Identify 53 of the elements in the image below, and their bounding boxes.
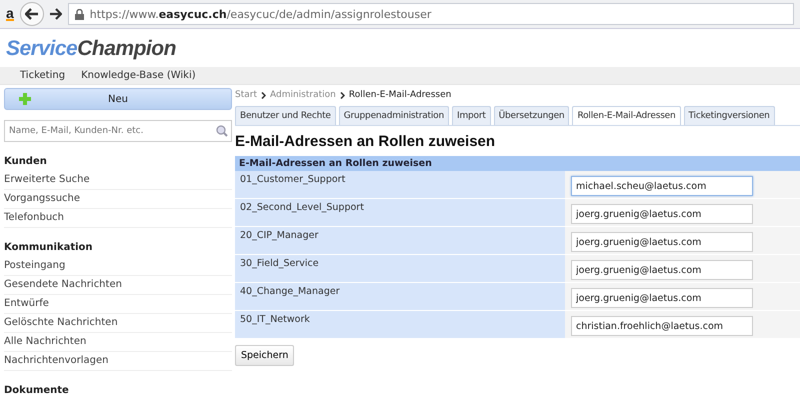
- new-button[interactable]: Neu: [4, 88, 232, 110]
- sidebar-item[interactable]: Erweiterte Suche: [4, 171, 232, 190]
- nav-link[interactable]: Knowledge-Base (Wiki): [81, 70, 196, 81]
- chevron-icon: [261, 92, 266, 98]
- plus-icon: [19, 93, 31, 105]
- section-heading: Kommunikation: [4, 241, 94, 255]
- logo-text: ServiceChampion: [5, 36, 177, 62]
- page-heading: E-Mail-Adressen an Rollen zuweisen: [235, 133, 496, 150]
- arrow-right-icon: [50, 8, 62, 20]
- sidebar-item[interactable]: Telefonbuch: [4, 209, 232, 228]
- extension-button[interactable]: a: [6, 7, 14, 21]
- role-cell: 50_IT_Network: [235, 311, 565, 338]
- role-cell: 30_Field_Service: [235, 255, 565, 282]
- role-cell: 01_Customer_Support: [235, 171, 565, 198]
- breadcrumb-link[interactable]: Start: [235, 90, 257, 100]
- sidebar-item[interactable]: Gelöschte Nachrichten: [4, 314, 232, 333]
- email-field[interactable]: joerg.gruenig@laetus.com: [571, 260, 753, 280]
- forward-button[interactable]: [50, 8, 62, 20]
- email-field[interactable]: christian.froehlich@laetus.com: [571, 316, 753, 336]
- arrow-left-icon: [24, 8, 39, 20]
- role-cell: 40_Change_Manager: [235, 283, 565, 310]
- nav-link[interactable]: Ticketing: [20, 70, 66, 81]
- address-bar[interactable]: https://www.easycuc.ch/easycuc/de/admin/assignrolestouser: [68, 3, 794, 25]
- table-caption: E-Mail-Adressen an Rollen zuweisen: [235, 156, 800, 171]
- sidebar-item[interactable]: Nachrichtenvorlagen: [4, 352, 232, 371]
- url-text: https://www.easycuc.ch/easycuc/de/admin/assignrolestouser: [90, 8, 432, 20]
- tab[interactable]: Benutzer und Rechte: [235, 106, 336, 125]
- email-field[interactable]: joerg.gruenig@laetus.com: [571, 204, 753, 224]
- sidebar-item[interactable]: Alle Nachrichten: [4, 333, 232, 352]
- back-button[interactable]: [20, 2, 44, 26]
- tab[interactable]: Rollen-E-Mail-Adressen: [572, 106, 681, 125]
- sidebar-item[interactable]: Vorgangssuche: [4, 190, 232, 209]
- email-field[interactable]: joerg.gruenig@laetus.com: [571, 232, 753, 252]
- section-heading: Kunden: [4, 155, 48, 169]
- section-heading: Dokumente: [4, 384, 70, 398]
- sidebar-item[interactable]: Entwürfe: [4, 295, 232, 314]
- sidebar-item[interactable]: Gesendete Nachrichten: [4, 276, 232, 295]
- email-field[interactable]: michael.scheu@laetus.com: [571, 176, 753, 196]
- role-cell: 20_CIP_Manager: [235, 227, 565, 254]
- search-icon: [216, 125, 228, 137]
- chevron-icon: [340, 92, 345, 98]
- tab[interactable]: Import: [452, 106, 491, 125]
- sidebar-item[interactable]: Posteingang: [4, 257, 232, 276]
- breadcrumb-link[interactable]: Administration: [270, 90, 336, 100]
- search-field[interactable]: Name, E-Mail, Kunden-Nr. etc.: [4, 120, 232, 142]
- breadcrumb-link[interactable]: Rollen-E-Mail-Adressen: [348, 90, 452, 100]
- email-field[interactable]: joerg.gruenig@laetus.com: [571, 288, 753, 308]
- tab[interactable]: Gruppenadministration: [338, 106, 449, 125]
- save-button[interactable]: Speichern: [235, 345, 294, 366]
- tab[interactable]: Ticketingversionen: [684, 106, 775, 125]
- role-cell: 02_Second_Level_Support: [235, 199, 565, 226]
- lock-icon: [74, 8, 84, 20]
- tab[interactable]: Übersetzungen: [494, 106, 570, 125]
